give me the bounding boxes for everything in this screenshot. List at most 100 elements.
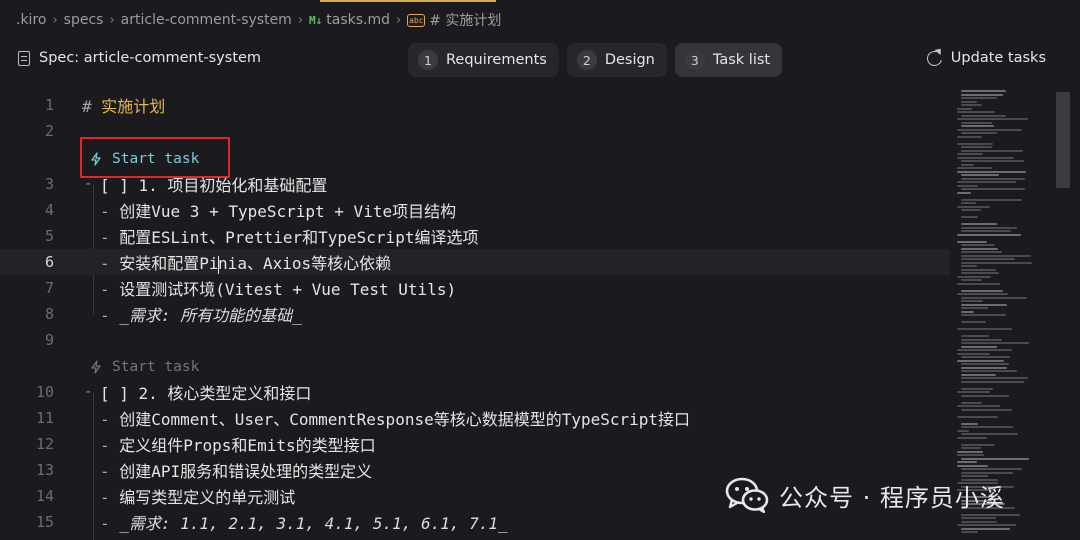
- minimap-line: [961, 104, 982, 106]
- editor-line-current[interactable]: 6 - 安装和配置Pinia、Axios等核心依赖: [0, 249, 950, 275]
- minimap-line: [961, 188, 1025, 190]
- lightning-icon: [91, 360, 101, 374]
- minimap-line: [957, 142, 993, 145]
- minimap-line: [957, 293, 1008, 295]
- breadcrumb-symbol[interactable]: # 实施计划: [429, 10, 501, 30]
- minimap-line: [957, 454, 984, 456]
- editor-line[interactable]: 9: [0, 327, 950, 353]
- active-tab-indicator: [320, 0, 496, 2]
- minimap-line: [957, 415, 998, 418]
- minimap-line: [957, 359, 1004, 362]
- minimap-line: [957, 153, 983, 155]
- minimap-line: [961, 401, 982, 404]
- wechat-watermark: 公众号 · 程序员小溪: [725, 476, 1005, 514]
- spec-title: Spec: article-comment-system: [18, 50, 261, 66]
- subtask-text: 创建API服务和错误处理的类型定义: [119, 462, 373, 481]
- heading-text: # 实施计划: [82, 97, 166, 116]
- wechat-icon: [725, 477, 769, 514]
- minimap-line: [961, 296, 1027, 299]
- minimap-line: [961, 342, 1029, 344]
- minimap-line: [961, 363, 1009, 365]
- line-number: 13: [35, 461, 54, 479]
- minimap-line: [957, 328, 1012, 330]
- minimap-line: [957, 429, 969, 432]
- breadcrumb-kiro[interactable]: .kiro: [16, 12, 46, 28]
- minimap-line: [961, 422, 978, 425]
- breadcrumb-file[interactable]: tasks.md: [326, 12, 390, 28]
- code-editor[interactable]: 1 # 实施计划 2 Start task 3 - [ ] 1. 项目初始化和基…: [0, 82, 1080, 540]
- minimap-line: [961, 114, 1006, 117]
- markdown-file-icon: M↓: [309, 13, 323, 27]
- minimap-line: [957, 349, 1012, 351]
- fold-chevron-icon[interactable]: -: [84, 176, 92, 192]
- symbol-string-icon: abc: [407, 13, 426, 27]
- spec-toolbar: Spec: article-comment-system 1 Requireme…: [0, 40, 1080, 82]
- step-task-list[interactable]: 3 Task list: [674, 43, 783, 77]
- subtask-text: 编写类型定义的单元测试: [119, 488, 296, 507]
- task-checkbox-line: [ ] 2. 核心类型定义和接口: [100, 384, 312, 403]
- chevron-right-icon: ›: [297, 12, 304, 28]
- editor-line[interactable]: 8 - _需求: 所有功能的基础_: [0, 301, 950, 327]
- minimap-line: [961, 310, 974, 313]
- update-tasks-label: Update tasks: [950, 50, 1046, 66]
- chevron-right-icon: ›: [52, 12, 58, 28]
- editor-line[interactable]: 11 - 创建Comment、User、CommentResponse等核心数据…: [0, 405, 950, 431]
- minimap-line: [961, 202, 976, 204]
- line-number: 5: [44, 227, 54, 245]
- minimap-line: [961, 520, 997, 523]
- step-design[interactable]: 2 Design: [566, 43, 667, 77]
- line-number: 8: [44, 305, 54, 323]
- minimap-line: [961, 160, 1024, 162]
- fold-chevron-icon[interactable]: -: [84, 384, 92, 400]
- editor-line[interactable]: 1 # 实施计划: [0, 92, 950, 118]
- minimap-line: [957, 240, 987, 243]
- minimap-line: [961, 223, 997, 225]
- minimap[interactable]: [955, 82, 1050, 540]
- breadcrumb-spec-folder[interactable]: article-comment-system: [121, 12, 292, 28]
- editor-line[interactable]: 12 - 定义组件Props和Emits的类型接口: [0, 431, 950, 457]
- breadcrumb: .kiro › specs › article-comment-system ›…: [0, 0, 1080, 40]
- minimap-line: [957, 111, 995, 113]
- minimap-line: [961, 226, 1017, 229]
- minimap-line: [961, 394, 1009, 397]
- minimap-line: [961, 338, 1002, 341]
- minimap-line: [957, 191, 971, 194]
- minimap-line: [961, 93, 1003, 96]
- minimap-line: [961, 426, 1013, 428]
- editor-line[interactable]: 3 - [ ] 1. 项目初始化和基础配置: [0, 171, 950, 197]
- minimap-line: [961, 265, 977, 267]
- subtask-text: 配置ESLint、Prettier和TypeScript编译选项: [119, 228, 479, 247]
- minimap-line: [957, 135, 982, 138]
- start-task-codelens[interactable]: Start task: [90, 355, 199, 379]
- editor-line[interactable]: 4 - 创建Vue 3 + TypeScript + Vite项目结构: [0, 197, 950, 223]
- minimap-line: [961, 121, 992, 124]
- minimap-line: [961, 527, 1010, 530]
- vertical-scrollbar[interactable]: [1056, 92, 1070, 540]
- spec-steps: 1 Requirements 2 Design 3 Task list: [408, 43, 783, 77]
- minimap-line: [957, 128, 1022, 131]
- minimap-line: [961, 100, 977, 103]
- minimap-line: [961, 268, 996, 271]
- update-tasks-button[interactable]: Update tasks: [924, 47, 1046, 69]
- minimap-line: [961, 303, 1007, 306]
- editor-line[interactable]: 10 - [ ] 2. 核心类型定义和接口: [0, 379, 950, 405]
- step-label: Requirements: [446, 52, 547, 68]
- line-number: 11: [35, 409, 54, 427]
- minimap-line: [961, 279, 982, 281]
- breadcrumb-specs[interactable]: specs: [64, 12, 104, 28]
- subtask-text: 安装和配置Pi: [119, 254, 219, 273]
- minimap-line: [961, 468, 1022, 470]
- line-number: 6: [44, 253, 54, 271]
- minimap-line: [957, 450, 983, 453]
- minimap-line: [961, 433, 1018, 435]
- step-number: 3: [684, 50, 705, 70]
- minimap-line: [961, 335, 989, 337]
- editor-line[interactable]: 5 - 配置ESLint、Prettier和TypeScript编译选项: [0, 223, 950, 249]
- scrollbar-thumb[interactable]: [1056, 92, 1070, 188]
- minimap-line: [957, 167, 992, 169]
- minimap-line: [961, 471, 1013, 474]
- minimap-line: [961, 230, 1011, 232]
- editor-line[interactable]: 7 - 设置测试环境(Vitest + Vue Test Utils): [0, 275, 950, 301]
- step-requirements[interactable]: 1 Requirements: [408, 43, 559, 77]
- minimap-line: [961, 216, 978, 218]
